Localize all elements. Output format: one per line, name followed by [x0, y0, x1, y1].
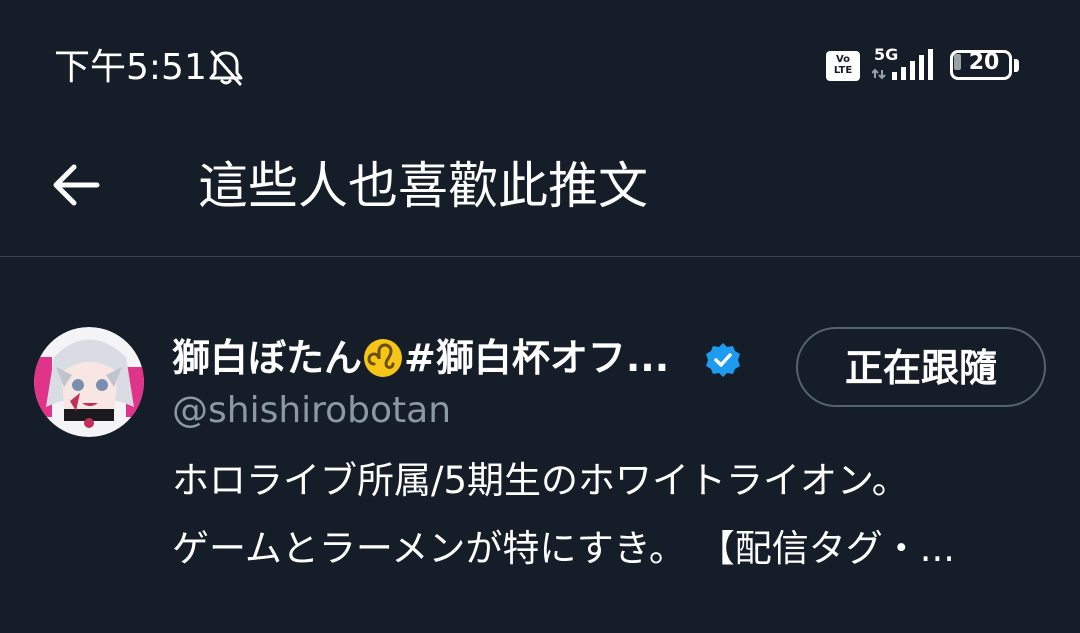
verified-badge-icon [706, 343, 740, 377]
following-button[interactable]: 正在跟隨 [796, 327, 1046, 407]
battery-level: 20 [968, 50, 1000, 75]
battery-fill [954, 54, 961, 70]
volte-label-bottom: LTE [833, 65, 853, 76]
bell-off-icon [209, 50, 243, 86]
screen: 下午5:51 Vo LTE 5G 20 這些人也喜歡此推文 獅白ぼたん #獅白杯… [0, 0, 1080, 633]
user-list-item[interactable]: 獅白ぼたん #獅白杯オフ... @shishirobotan 正在跟隨 ホロライ… [0, 257, 1080, 633]
display-name-part2: #獅白杯オフ... [404, 336, 670, 380]
display-name-part1: 獅白ぼたん [172, 336, 363, 380]
bio-line: ホロライブ所属/5期生のホワイトライオン。 [172, 459, 909, 502]
header: 這些人也喜歡此推文 [0, 130, 1080, 256]
user-bio: ホロライブ所属/5期生のホワイトライオン。 ゲームとラーメンが特にすき。 【配信… [172, 447, 1052, 583]
network-label: 5G [874, 45, 898, 64]
user-handle: @shishirobotan [172, 390, 452, 431]
leo-zodiac-icon [364, 339, 403, 377]
battery-tip [1014, 59, 1019, 72]
avatar[interactable] [34, 327, 144, 437]
battery-icon: 20 [950, 50, 1022, 82]
arrow-left-icon[interactable] [44, 152, 110, 218]
volte-icon: Vo LTE [826, 51, 860, 81]
page-title: 這些人也喜歡此推文 [198, 157, 648, 215]
display-name[interactable]: 獅白ぼたん #獅白杯オフ... [172, 333, 669, 383]
signal-icon: 5G [872, 45, 933, 80]
status-time: 下午5:51 [54, 47, 207, 88]
volte-label-top: Vo [835, 54, 851, 65]
status-bar: 下午5:51 Vo LTE 5G 20 [0, 0, 1080, 130]
bio-line: ゲームとラーメンが特にすき。 【配信タグ・... [172, 527, 955, 570]
